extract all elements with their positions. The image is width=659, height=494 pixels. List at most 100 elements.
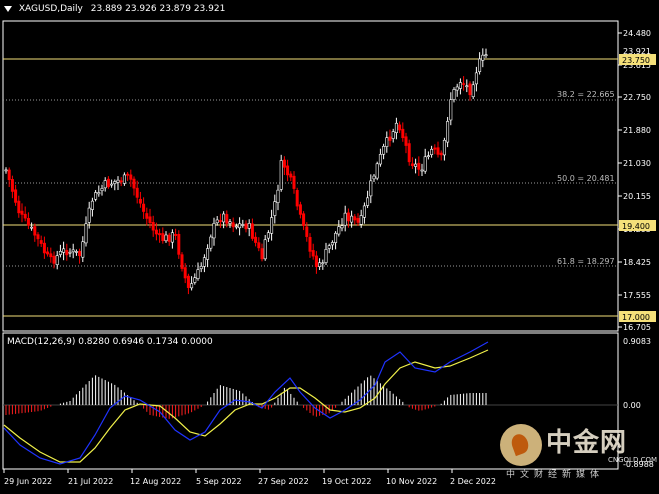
candle-body xyxy=(142,203,146,212)
candle-body xyxy=(298,204,302,215)
price-label: 18.425 xyxy=(623,258,651,267)
candle-body xyxy=(414,163,418,167)
candle-body xyxy=(138,198,142,204)
candle-body xyxy=(305,226,309,237)
candle-body xyxy=(206,248,210,260)
candle-body xyxy=(190,283,194,289)
candle-body xyxy=(81,241,85,258)
time-label: 5 Sep 2022 xyxy=(196,477,242,486)
fib-label-61: 61.8 = 18.297 xyxy=(557,257,615,266)
level-box-17000[interactable]: 17.000 xyxy=(619,311,656,322)
candle-body xyxy=(170,232,174,243)
candle-body xyxy=(7,169,11,181)
candle-body xyxy=(302,213,306,226)
candle-body xyxy=(369,180,373,197)
candle-body xyxy=(46,251,50,255)
candle-body xyxy=(183,267,187,279)
price-panel[interactable] xyxy=(2,20,619,332)
candle-body xyxy=(17,200,21,214)
candle-body xyxy=(36,234,40,240)
level-box-19400[interactable]: 19.400 xyxy=(619,220,656,231)
candle-body xyxy=(33,226,37,236)
price-label: 24.480 xyxy=(623,29,651,38)
candle-body xyxy=(151,222,155,231)
candle-body xyxy=(94,192,98,200)
candle-body xyxy=(126,173,130,176)
candle-body xyxy=(122,174,126,184)
candle-body xyxy=(26,218,30,226)
candle-body xyxy=(241,224,245,226)
candle-body xyxy=(164,234,168,242)
candle-body xyxy=(212,223,216,239)
price-axis[interactable]: 24.480 23.615 22.750 21.880 21.030 20.15… xyxy=(618,29,651,332)
watermark-url: CNGOLD.COM xyxy=(608,456,658,464)
candle-body xyxy=(455,86,459,91)
candle-body xyxy=(426,155,430,157)
candle-body xyxy=(385,137,389,147)
candle-body xyxy=(58,251,62,255)
candle-body xyxy=(292,175,296,189)
candle-body xyxy=(442,139,446,156)
candle-body xyxy=(84,223,88,244)
candle-body xyxy=(398,124,402,131)
time-label: 19 Oct 2022 xyxy=(322,477,371,486)
candle-body xyxy=(247,223,251,229)
candle-body xyxy=(202,257,206,267)
candle-body xyxy=(135,187,139,198)
price-label: 16.705 xyxy=(623,323,651,332)
fib-label-38: 38.2 = 22.665 xyxy=(557,90,615,99)
candle-body xyxy=(270,217,274,234)
candle-body xyxy=(308,237,312,252)
candle-body xyxy=(359,215,363,225)
candle-body xyxy=(481,54,485,61)
candle-body xyxy=(350,215,354,223)
candle-body xyxy=(55,255,59,266)
dropdown-triangle-icon[interactable] xyxy=(4,5,12,12)
level-box-label: 23.750 xyxy=(622,56,650,65)
candle-body xyxy=(430,148,434,155)
candle-body xyxy=(471,84,475,98)
time-axis[interactable]: 29 Jun 2022 21 Jul 2022 12 Aug 2022 5 Se… xyxy=(3,469,496,486)
candle-body xyxy=(132,178,136,189)
candle-body xyxy=(346,212,350,222)
candle-body xyxy=(180,254,184,269)
candle-body xyxy=(282,159,286,168)
level-box-label: 17.000 xyxy=(622,313,650,322)
candle-body xyxy=(286,165,290,176)
candle-body xyxy=(366,197,370,206)
candle-body xyxy=(116,179,120,183)
candle-body xyxy=(478,58,482,73)
candle-body xyxy=(382,146,386,155)
time-label: 12 Aug 2022 xyxy=(130,477,181,486)
candle-body xyxy=(42,242,46,254)
candle-body xyxy=(74,251,78,253)
candle-body xyxy=(330,242,334,246)
price-label: 17.555 xyxy=(623,291,651,300)
candle-body xyxy=(356,218,360,223)
candle-body xyxy=(436,147,440,155)
candle-body xyxy=(417,162,421,170)
candle-body xyxy=(273,201,277,216)
candle-body xyxy=(468,83,472,96)
candle-body xyxy=(375,163,379,179)
candle-body xyxy=(446,121,450,143)
price-label: 21.880 xyxy=(623,126,651,135)
candle-body xyxy=(65,249,69,256)
candle-body xyxy=(106,178,110,188)
price-label: 22.750 xyxy=(623,93,651,102)
macd-axis-label: 0.00 xyxy=(623,401,641,410)
candle-body xyxy=(433,147,437,150)
candle-body xyxy=(20,210,24,215)
candle-body xyxy=(215,219,219,224)
candle-body xyxy=(340,225,344,229)
candle-body xyxy=(372,175,376,180)
candle-body xyxy=(295,190,299,207)
candle-body xyxy=(334,232,338,243)
candle-body xyxy=(257,242,261,249)
ohlc-values: 23.889 23.926 23.879 23.921 xyxy=(90,4,226,14)
symbol-timeframe: XAGUSD,Daily xyxy=(18,4,83,14)
candle-body xyxy=(465,85,469,88)
candle-body xyxy=(484,54,488,57)
candle-body xyxy=(388,136,392,141)
level-box-23750[interactable]: 23.750 xyxy=(619,54,656,65)
